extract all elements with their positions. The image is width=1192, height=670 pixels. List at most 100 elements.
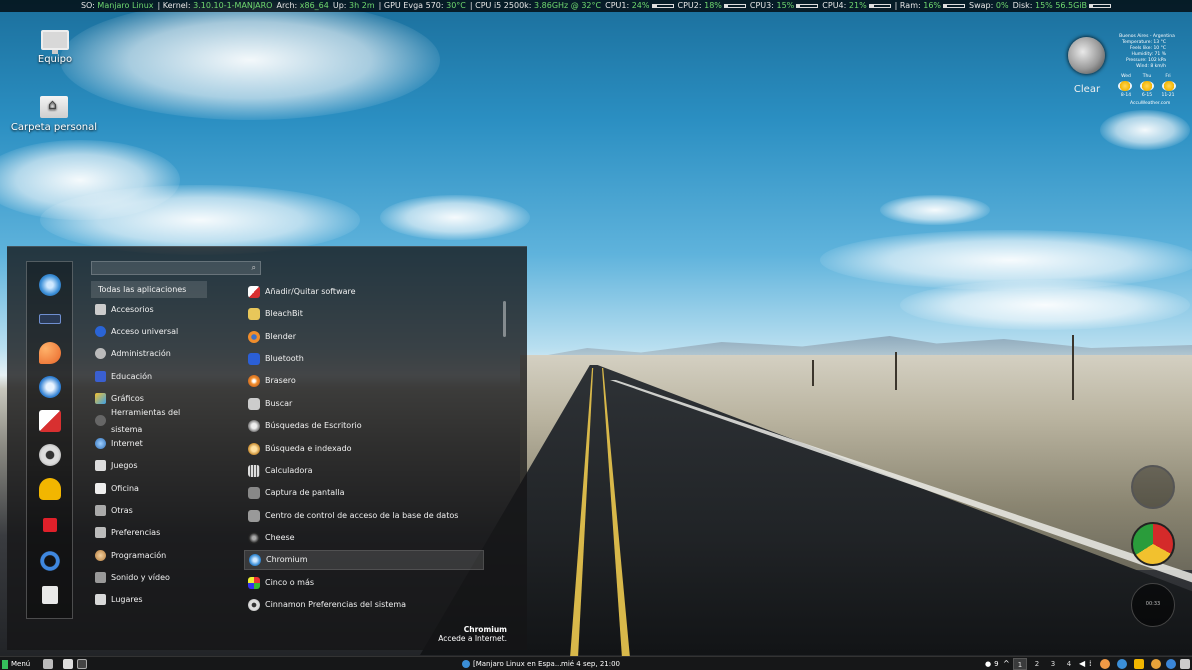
- desktop-icon-home[interactable]: Carpeta personal: [9, 96, 99, 133]
- settings-gear-icon[interactable]: [39, 444, 61, 466]
- partly-sunny-icon: [1140, 81, 1154, 91]
- volume-icon[interactable]: ◀: [1079, 657, 1085, 670]
- category-item[interactable]: Lugares: [91, 591, 207, 608]
- pacman-ghost-icon[interactable]: [39, 478, 61, 500]
- software-center-icon[interactable]: [39, 410, 61, 432]
- desktop-search-icon: [248, 420, 260, 432]
- multimedia-icon: [95, 572, 106, 583]
- chevron-up-icon[interactable]: ^: [1003, 657, 1010, 670]
- places-folder-icon: [95, 594, 106, 605]
- cinnamon-settings-icon: [248, 599, 260, 611]
- qbittorrent-icon[interactable]: [1117, 659, 1127, 669]
- app-item[interactable]: Bluetooth: [244, 349, 484, 369]
- app-label: Cheese: [265, 533, 295, 542]
- app-item[interactable]: Cinco o más: [244, 573, 484, 593]
- category-item[interactable]: Oficina: [91, 480, 207, 497]
- category-label: Lugares: [111, 595, 143, 604]
- app-item[interactable]: Cheese: [244, 528, 484, 548]
- app-item-selected[interactable]: Chromium: [244, 550, 484, 570]
- ram-bar: [943, 3, 966, 8]
- administration-icon: [95, 348, 106, 359]
- weather-source: AccuWeather.com: [1130, 101, 1171, 106]
- workspace-1[interactable]: 1: [1013, 658, 1027, 670]
- app-label: Blender: [265, 332, 296, 341]
- bluetooth-icon: [248, 353, 260, 365]
- category-item[interactable]: Herramientas del sistema: [91, 408, 207, 434]
- pacman-ghost-icon[interactable]: [1134, 659, 1144, 669]
- app-item[interactable]: Añadir/Quitar software: [244, 282, 484, 302]
- app-item[interactable]: Calculadora: [244, 461, 484, 481]
- screenshot-icon: [248, 487, 260, 499]
- category-item[interactable]: Juegos: [91, 457, 207, 474]
- bleachbit-icon: [248, 308, 260, 320]
- category-label: Accesorios: [111, 305, 154, 314]
- search-box: ⌕: [91, 261, 261, 275]
- clock-widget: 00:33: [1131, 583, 1175, 627]
- qbittorrent-icon[interactable]: [39, 376, 61, 398]
- search-index-icon: [248, 443, 260, 455]
- app-item[interactable]: Cinnamon Preferencias del sistema: [244, 595, 484, 615]
- category-item[interactable]: Accesorios: [91, 301, 207, 318]
- weather-sun-icon[interactable]: [1151, 659, 1161, 669]
- cpu2-bar: [723, 3, 746, 8]
- app-label: Buscar: [265, 399, 293, 408]
- category-item[interactable]: Preferencias: [91, 524, 207, 541]
- category-label: Oficina: [111, 484, 139, 493]
- category-label: Internet: [111, 439, 143, 448]
- app-item[interactable]: Blender: [244, 327, 484, 347]
- category-item[interactable]: Acceso universal: [91, 323, 207, 340]
- category-all-apps[interactable]: Todas las aplicaciones: [91, 281, 207, 298]
- app-label: Chromium: [266, 555, 308, 564]
- update-icon[interactable]: [1166, 659, 1176, 669]
- file-manager-icon[interactable]: [63, 659, 73, 669]
- app-list-scrollbar[interactable]: [503, 301, 506, 337]
- workspace-4[interactable]: 4: [1062, 658, 1076, 670]
- app-item[interactable]: BleachBit: [244, 304, 484, 324]
- terminal-icon[interactable]: [77, 659, 87, 669]
- app-label: Captura de pantalla: [265, 488, 345, 497]
- partly-sunny-icon: [1162, 81, 1176, 91]
- category-item[interactable]: Otras: [91, 502, 207, 519]
- lion-emblem-icon: [1131, 522, 1175, 566]
- chromium-icon[interactable]: [39, 274, 61, 296]
- category-item[interactable]: Programación: [91, 547, 207, 564]
- logout-icon[interactable]: [39, 550, 61, 572]
- moon-icon: [1068, 37, 1105, 74]
- category-item[interactable]: Administración: [91, 345, 207, 362]
- network-icon[interactable]: ⁞: [1089, 657, 1092, 670]
- desktop-icon-computer[interactable]: Equipo: [10, 30, 100, 65]
- menu-button-label: Menú: [11, 659, 31, 668]
- app-item[interactable]: Brasero: [244, 371, 484, 391]
- menu-button[interactable]: Menú: [2, 657, 30, 670]
- blender-icon[interactable]: [39, 342, 61, 364]
- panel-clock[interactable]: mié 4 sep, 21:00: [561, 657, 620, 670]
- workspace-2[interactable]: 2: [1030, 658, 1044, 670]
- other-icon: [95, 505, 106, 516]
- app-item[interactable]: Centro de control de acceso de la base d…: [244, 506, 484, 526]
- system-monitor-bar: SO: Manjaro Linux | Kernel: 3.10.10-1-MA…: [0, 0, 1192, 12]
- show-desktop-icon[interactable]: [43, 659, 53, 669]
- calculator-icon: [248, 465, 260, 477]
- system-tools-icon: [95, 415, 106, 426]
- shutdown-icon[interactable]: [42, 586, 58, 604]
- category-item[interactable]: Educación: [91, 368, 207, 385]
- power-icon[interactable]: [1180, 659, 1190, 669]
- category-item[interactable]: Internet: [91, 435, 207, 452]
- app-item[interactable]: Captura de pantalla: [244, 483, 484, 503]
- category-item[interactable]: Sonido y vídeo: [91, 569, 207, 586]
- app-item[interactable]: Buscar: [244, 394, 484, 414]
- app-label: Búsqueda e indexado: [265, 444, 352, 453]
- blender-icon[interactable]: [1100, 659, 1110, 669]
- workspace-3[interactable]: 3: [1046, 658, 1060, 670]
- app-item[interactable]: Búsquedas de Escritorio: [244, 416, 484, 436]
- accessibility-icon: [95, 326, 106, 337]
- search-input[interactable]: [96, 262, 236, 274]
- xchat-icon[interactable]: [39, 314, 61, 324]
- notifications-button[interactable]: ● 9: [985, 657, 999, 670]
- internet-globe-icon: [95, 438, 106, 449]
- forecast-temp: 8-14: [1120, 93, 1132, 98]
- app-label: BleachBit: [265, 309, 303, 318]
- lock-screen-icon[interactable]: [43, 518, 57, 532]
- app-item[interactable]: Búsqueda e indexado: [244, 439, 484, 459]
- taskbar-window-button[interactable]: [Manjaro Linux en Espa...: [462, 657, 562, 670]
